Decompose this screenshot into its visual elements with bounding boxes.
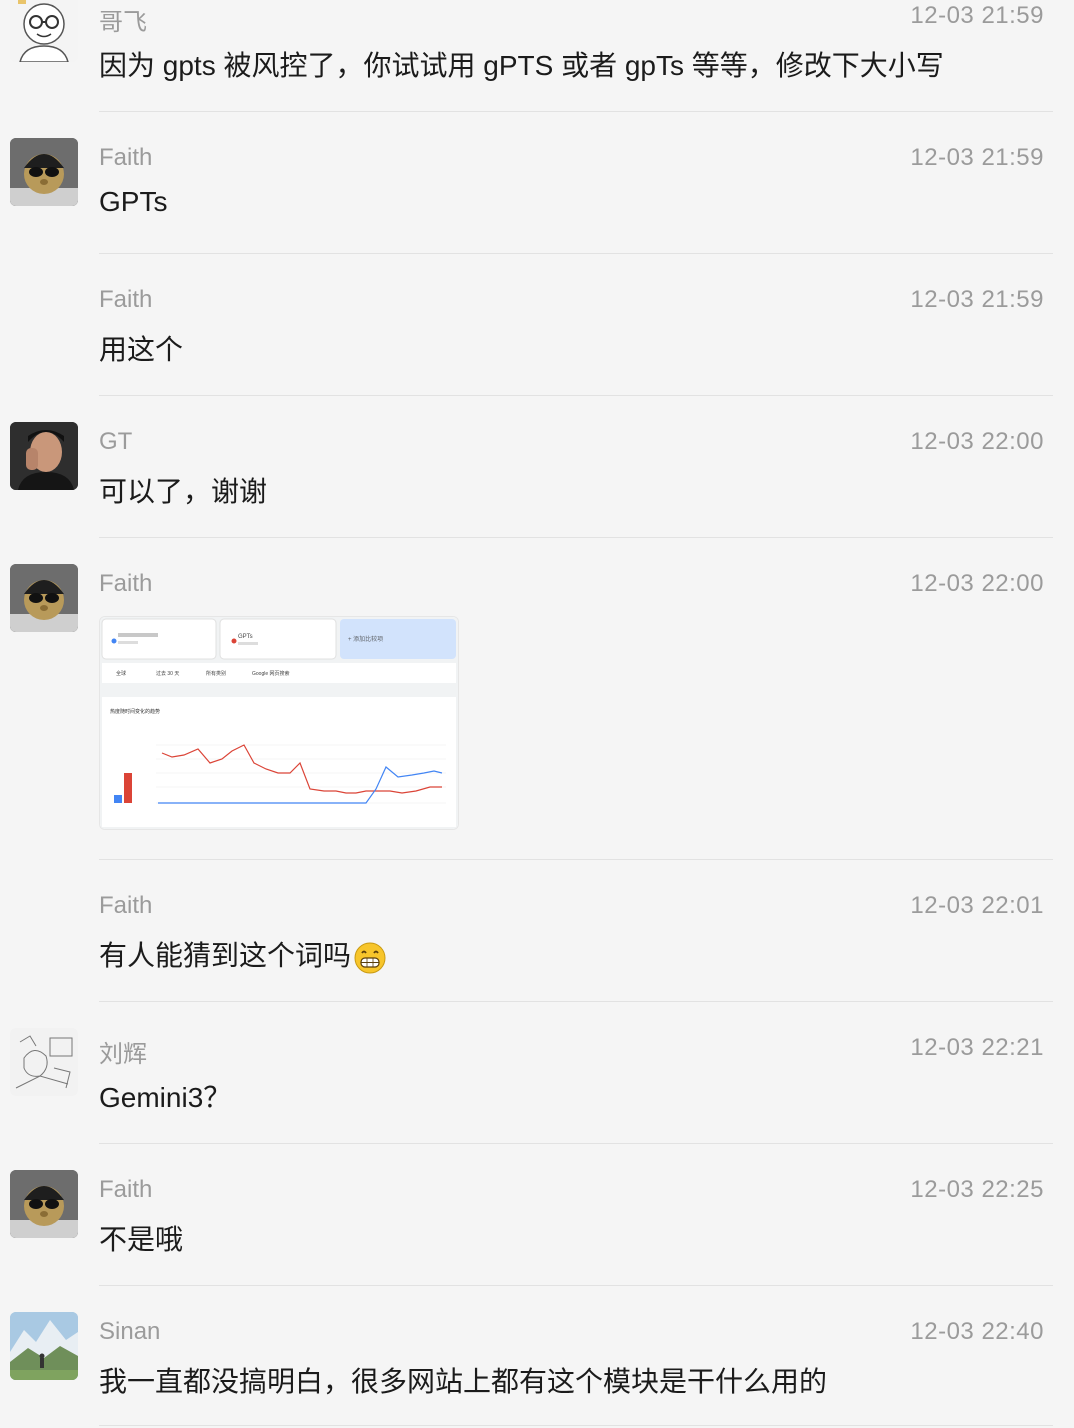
message-time: 12-03 21:59 bbox=[910, 144, 1044, 171]
message-time: 12-03 22:00 bbox=[910, 570, 1044, 597]
message-time: 12-03 21:59 bbox=[910, 2, 1044, 29]
divider bbox=[99, 1143, 1053, 1144]
sender-name[interactable]: Faith bbox=[99, 892, 152, 920]
message-text: 用这个 bbox=[99, 334, 184, 365]
message-text: 有人能猜到这个词吗 bbox=[99, 934, 387, 975]
sender-name[interactable]: Faith bbox=[99, 1176, 152, 1204]
divider bbox=[99, 1285, 1053, 1286]
message-text: Gemini3？ bbox=[99, 1082, 232, 1113]
message-time: 12-03 22:01 bbox=[910, 892, 1044, 919]
sender-name[interactable]: Faith bbox=[99, 570, 152, 598]
message-time: 12-03 21:59 bbox=[910, 286, 1044, 313]
avatar[interactable] bbox=[10, 138, 78, 206]
message-time: 12-03 22:40 bbox=[910, 1318, 1044, 1345]
divider bbox=[99, 395, 1053, 396]
compare-tab-label: GPTs bbox=[238, 634, 253, 640]
image-attachment[interactable]: GPTs + 添加比较项 全球 过去 30 天 所有类别 Google 网页搜索… bbox=[99, 616, 459, 830]
sender-name[interactable]: Faith bbox=[99, 144, 152, 172]
message-text: 我一直都没搞明白，很多网站上都有这个模块是干什么用的 bbox=[99, 1366, 828, 1397]
filter-category[interactable]: 所有类别 bbox=[206, 670, 226, 677]
filter-search-type[interactable]: Google 网页搜索 bbox=[252, 670, 290, 677]
sender-name[interactable]: 哥飞 bbox=[99, 2, 147, 37]
sender-name[interactable]: GT bbox=[99, 428, 132, 456]
avatar[interactable] bbox=[10, 1312, 78, 1380]
divider bbox=[99, 859, 1053, 860]
divider bbox=[99, 537, 1053, 538]
divider bbox=[99, 1001, 1053, 1002]
sender-name[interactable]: Faith bbox=[99, 286, 152, 314]
grinning-emoji-icon bbox=[354, 942, 386, 974]
avatar[interactable] bbox=[10, 0, 78, 62]
message-text: GPTs bbox=[99, 186, 168, 217]
chart-title: 热度随时间变化的趋势 bbox=[110, 708, 160, 715]
message-text: 因为 gpts 被风控了，你试试用 gPTS 或者 gpTs 等等，修改下大小写 bbox=[99, 50, 944, 81]
add-compare-button[interactable]: + 添加比较项 bbox=[348, 635, 383, 643]
avatar[interactable] bbox=[10, 1028, 78, 1096]
avg-bar-red bbox=[124, 773, 132, 803]
message-text: 不是哦 bbox=[99, 1224, 184, 1255]
avatar[interactable] bbox=[10, 1170, 78, 1238]
avatar[interactable] bbox=[10, 422, 78, 490]
filter-time[interactable]: 过去 30 天 bbox=[156, 670, 179, 677]
divider bbox=[99, 253, 1053, 254]
filter-region[interactable]: 全球 bbox=[116, 670, 126, 677]
sender-name[interactable]: 刘辉 bbox=[99, 1034, 147, 1069]
message-time: 12-03 22:25 bbox=[910, 1176, 1044, 1203]
divider bbox=[99, 1425, 1053, 1426]
avg-bar-blue bbox=[114, 795, 122, 803]
divider bbox=[99, 111, 1053, 112]
message-time: 12-03 22:00 bbox=[910, 428, 1044, 455]
sender-name[interactable]: Sinan bbox=[99, 1318, 160, 1346]
avatar[interactable] bbox=[10, 564, 78, 632]
message-text: 可以了，谢谢 bbox=[99, 476, 268, 507]
message-text-content: 有人能猜到这个词吗 bbox=[99, 940, 352, 971]
message-time: 12-03 22:21 bbox=[910, 1034, 1044, 1061]
